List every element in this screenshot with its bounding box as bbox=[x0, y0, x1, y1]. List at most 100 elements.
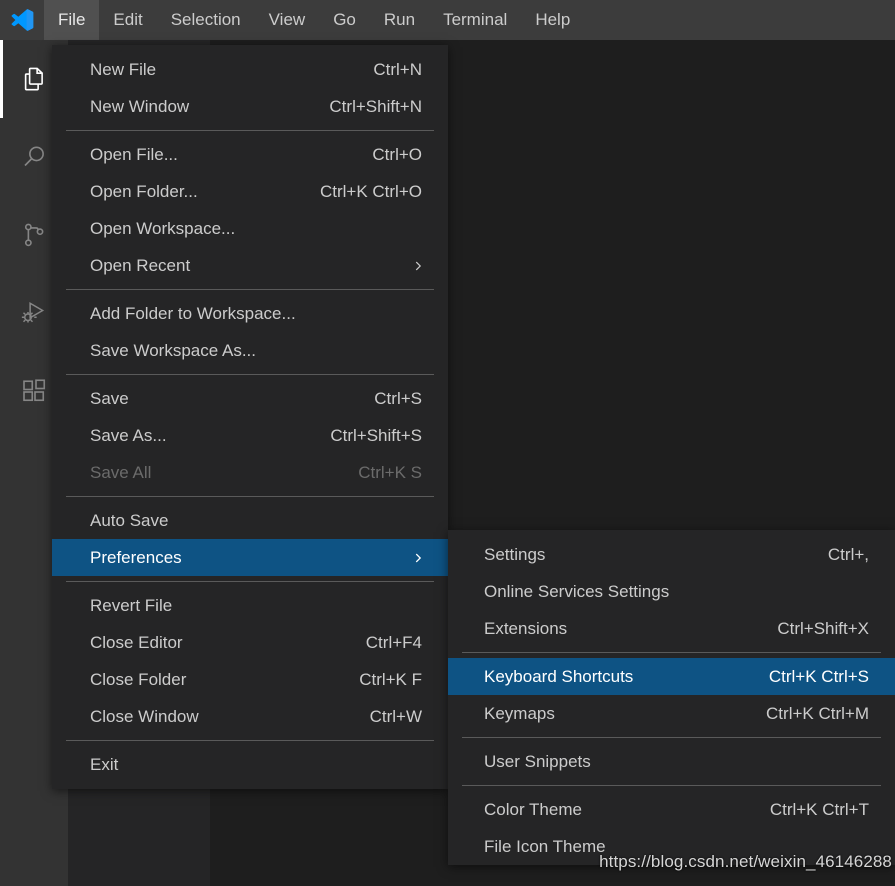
menubar-item-file[interactable]: File bbox=[44, 0, 100, 40]
menubar-label: Edit bbox=[113, 10, 143, 29]
menubar-label: Go bbox=[333, 10, 356, 29]
menu-bar: File Edit Selection View Go Run Terminal… bbox=[44, 0, 584, 40]
menu-item-label: Exit bbox=[90, 754, 119, 774]
menu-item-add-folder-to-workspace[interactable]: Add Folder to Workspace... bbox=[52, 295, 448, 332]
menu-item-user-snippets[interactable]: User Snippets bbox=[448, 743, 895, 780]
menu-item-color-theme[interactable]: Color Theme Ctrl+K Ctrl+T bbox=[448, 791, 895, 828]
menu-item-open-recent[interactable]: Open Recent bbox=[52, 247, 448, 284]
menu-item-label: Save As... bbox=[90, 425, 167, 445]
file-menu-dropdown: New File Ctrl+N New Window Ctrl+Shift+N … bbox=[52, 45, 448, 789]
files-icon bbox=[19, 64, 49, 94]
menu-separator bbox=[462, 785, 881, 786]
menubar-item-run[interactable]: Run bbox=[370, 0, 429, 40]
menu-item-shortcut: Ctrl+F4 bbox=[365, 632, 422, 652]
menu-item-save[interactable]: Save Ctrl+S bbox=[52, 380, 448, 417]
menu-item-label: Close Editor bbox=[90, 632, 183, 652]
menu-item-exit[interactable]: Exit bbox=[52, 746, 448, 783]
menu-separator bbox=[66, 581, 434, 582]
menu-separator bbox=[462, 737, 881, 738]
chevron-right-icon bbox=[410, 258, 426, 274]
vscode-window: File Edit Selection View Go Run Terminal… bbox=[0, 0, 895, 886]
menubar-item-help[interactable]: Help bbox=[521, 0, 584, 40]
active-indicator bbox=[0, 196, 3, 274]
extensions-icon bbox=[19, 376, 49, 406]
menubar-label: Terminal bbox=[443, 10, 508, 29]
menubar-label: Selection bbox=[170, 10, 241, 29]
preferences-submenu-dropdown: Settings Ctrl+, Online Services Settings… bbox=[448, 530, 895, 865]
active-indicator bbox=[0, 274, 3, 352]
active-indicator bbox=[0, 118, 3, 196]
menu-item-save-as[interactable]: Save As... Ctrl+Shift+S bbox=[52, 417, 448, 454]
menu-item-shortcut: Ctrl+K S bbox=[358, 462, 422, 482]
menu-item-close-folder[interactable]: Close Folder Ctrl+K F bbox=[52, 661, 448, 698]
menubar-item-selection[interactable]: Selection bbox=[157, 0, 255, 40]
menu-item-shortcut: Ctrl+S bbox=[374, 388, 422, 408]
menu-item-keyboard-shortcuts[interactable]: Keyboard Shortcuts Ctrl+K Ctrl+S bbox=[448, 658, 895, 695]
menu-item-shortcut: Ctrl+Shift+S bbox=[330, 425, 422, 445]
menubar-item-view[interactable]: View bbox=[255, 0, 320, 40]
menu-separator bbox=[66, 289, 434, 290]
menubar-item-go[interactable]: Go bbox=[319, 0, 370, 40]
menu-item-label: Open File... bbox=[90, 144, 178, 164]
menu-item-label: Save bbox=[90, 388, 129, 408]
menu-item-label: Close Window bbox=[90, 706, 199, 726]
menu-item-shortcut: Ctrl+K Ctrl+M bbox=[766, 703, 869, 723]
menu-item-settings[interactable]: Settings Ctrl+, bbox=[448, 536, 895, 573]
menu-item-label: Preferences bbox=[90, 547, 182, 567]
menu-item-close-window[interactable]: Close Window Ctrl+W bbox=[52, 698, 448, 735]
menubar-label: Run bbox=[383, 10, 416, 29]
chevron-right-icon bbox=[410, 550, 426, 566]
menu-item-label: User Snippets bbox=[484, 751, 591, 771]
branch-icon bbox=[19, 220, 49, 250]
menu-item-keymaps[interactable]: Keymaps Ctrl+K Ctrl+M bbox=[448, 695, 895, 732]
menu-item-label: File Icon Theme bbox=[484, 836, 606, 856]
menu-separator bbox=[66, 130, 434, 131]
run-debug-icon bbox=[19, 298, 49, 328]
menu-item-label: Open Folder... bbox=[90, 181, 198, 201]
menu-item-preferences[interactable]: Preferences bbox=[52, 539, 448, 576]
menu-item-label: Save Workspace As... bbox=[90, 340, 256, 360]
menubar-label: View bbox=[268, 10, 306, 29]
vscode-logo-icon bbox=[0, 0, 44, 40]
watermark-url: https://blog.csdn.net/weixin_46146288 bbox=[599, 852, 892, 871]
menu-item-save-all: Save All Ctrl+K S bbox=[52, 454, 448, 491]
menu-separator bbox=[462, 652, 881, 653]
menu-item-label: Add Folder to Workspace... bbox=[90, 303, 296, 323]
menu-item-label: New Window bbox=[90, 96, 190, 116]
search-icon bbox=[19, 142, 49, 172]
menu-item-label: New File bbox=[90, 59, 157, 79]
menu-item-label: Open Recent bbox=[90, 255, 191, 275]
menu-item-label: Save All bbox=[90, 462, 152, 482]
menu-item-open-folder[interactable]: Open Folder... Ctrl+K Ctrl+O bbox=[52, 173, 448, 210]
menu-item-label: Auto Save bbox=[90, 510, 169, 530]
menubar-item-terminal[interactable]: Terminal bbox=[429, 0, 521, 40]
menu-item-label: Online Services Settings bbox=[484, 581, 670, 601]
menu-separator bbox=[66, 496, 434, 497]
menu-item-shortcut: Ctrl+N bbox=[373, 59, 422, 79]
menubar-label: File bbox=[58, 10, 86, 29]
menu-item-shortcut: Ctrl+, bbox=[827, 544, 869, 564]
menu-item-label: Color Theme bbox=[484, 799, 582, 819]
menubar-item-edit[interactable]: Edit bbox=[99, 0, 156, 40]
menu-item-extensions[interactable]: Extensions Ctrl+Shift+X bbox=[448, 610, 895, 647]
menu-item-open-file[interactable]: Open File... Ctrl+O bbox=[52, 136, 448, 173]
menu-item-shortcut: Ctrl+K Ctrl+S bbox=[768, 666, 869, 686]
menu-item-close-editor[interactable]: Close Editor Ctrl+F4 bbox=[52, 624, 448, 661]
menu-item-shortcut: Ctrl+Shift+X bbox=[777, 618, 869, 638]
menu-item-new-file[interactable]: New File Ctrl+N bbox=[52, 51, 448, 88]
menubar-label: Help bbox=[535, 10, 571, 29]
menu-item-online-services-settings[interactable]: Online Services Settings bbox=[448, 573, 895, 610]
menu-item-save-workspace-as[interactable]: Save Workspace As... bbox=[52, 332, 448, 369]
menu-item-shortcut: Ctrl+K F bbox=[359, 669, 422, 689]
menu-item-shortcut: Ctrl+W bbox=[369, 706, 422, 726]
active-indicator bbox=[0, 352, 3, 430]
menu-separator bbox=[66, 374, 434, 375]
menu-item-shortcut: Ctrl+K Ctrl+O bbox=[319, 181, 422, 201]
menu-item-new-window[interactable]: New Window Ctrl+Shift+N bbox=[52, 88, 448, 125]
menu-item-auto-save[interactable]: Auto Save bbox=[52, 502, 448, 539]
menu-item-revert-file[interactable]: Revert File bbox=[52, 587, 448, 624]
menu-item-label: Open Workspace... bbox=[90, 218, 236, 238]
menu-item-open-workspace[interactable]: Open Workspace... bbox=[52, 210, 448, 247]
menu-item-label: Extensions bbox=[484, 618, 568, 638]
menu-item-label: Keymaps bbox=[484, 703, 555, 723]
